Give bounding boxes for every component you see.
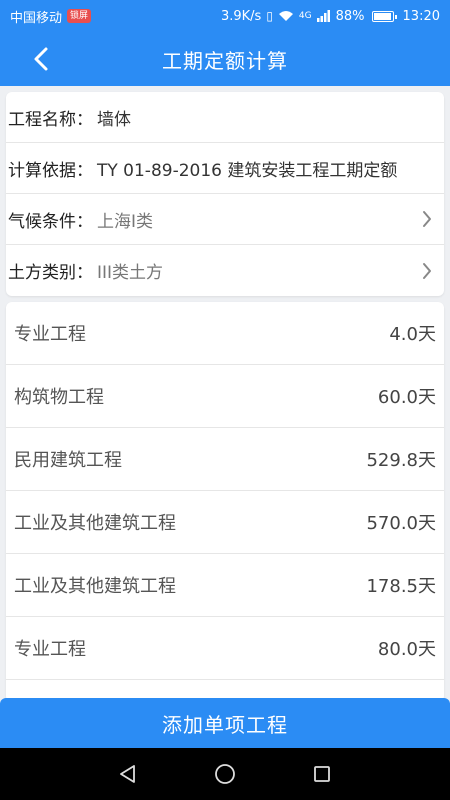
climate-condition-row[interactable]: 气候条件： 上海I类 [6,194,444,245]
back-arrow-icon [34,47,48,71]
list-item-days: 529.8天 [366,450,436,471]
system-nav-bar [0,748,450,800]
list-item[interactable]: 构筑物工程 60.0天 [6,365,444,428]
nav-back-button[interactable] [108,754,148,794]
nav-home-button[interactable] [205,754,245,794]
list-item-name: 民用建筑工程 [14,450,122,471]
chevron-right-icon [423,211,431,227]
project-name-label: 工程名称： [8,109,93,130]
title-bar: 工期定额计算 [0,32,450,86]
add-single-project-button[interactable]: 添加单项工程 [0,698,450,748]
calc-basis-value: TY 01-89-2016 建筑安装工程工期定额 [97,160,398,181]
carrier-name: 中国移动 [10,10,63,26]
network-speed: 3.9K/s [220,8,262,24]
battery-icon [371,10,397,22]
status-left: 中国移动 锁屏 [10,7,92,26]
list-item-days: 178.5天 [366,576,436,597]
climate-condition-value: 上海I类 [97,211,154,232]
list-item-days: 60.0天 [377,387,436,408]
list-item-days: 570.0天 [366,513,436,534]
chevron-right-icon [423,262,431,279]
list-item-name: 专业工程 [14,639,86,660]
list-item[interactable]: 专业工程 4.0天 [6,302,444,365]
clock: 13:20 [402,8,440,24]
project-name-row: 工程名称： 墙体 [6,92,444,143]
battery-percent: 88% [335,8,365,24]
list-item[interactable]: 民用建筑工程 529.8天 [6,428,444,491]
calc-basis-label: 计算依据： [8,160,93,181]
triangle-back-icon [120,765,136,783]
list-item-days: 4.0天 [389,324,436,345]
calc-basis-row: 计算依据： TY 01-89-2016 建筑安装工程工期定额 [6,143,444,194]
status-bar: 中国移动 锁屏 3.9K/s ▯ 4G 88% 13:20 [0,0,450,32]
soil-category-label: 土方类别： [8,263,93,283]
page-title: 工期定额计算 [162,48,288,73]
soil-category-row[interactable]: 土方类别： III类土方 [6,245,444,296]
carrier-badge: 锁屏 [67,9,92,23]
project-info-card: 工程名称： 墙体 计算依据： TY 01-89-2016 建筑安装工程工期定额 … [6,92,444,296]
square-recents-icon [313,766,330,782]
status-right: 3.9K/s ▯ 4G 88% 13:20 [221,9,440,24]
back-button[interactable] [24,42,58,76]
list-item-name: 专业工程 [14,324,86,345]
list-item[interactable]: 工业及其他建筑工程 570.0天 [6,491,444,554]
list-item[interactable]: 专业工程 80.0天 [6,617,444,680]
list-item[interactable]: 工业及其他建筑工程 178.5天 [6,554,444,617]
signal-label: 4G [298,11,312,21]
work-item-list: 专业工程 4.0天 构筑物工程 60.0天 民用建筑工程 529.8天 工业及其… [6,302,444,702]
soil-category-value: III类土方 [97,263,164,283]
nav-recents-button[interactable] [302,754,342,794]
list-item-name: 构筑物工程 [14,387,104,408]
circle-home-icon [215,764,235,784]
list-item-days: 80.0天 [377,639,436,660]
list-item-name: 工业及其他建筑工程 [14,513,176,534]
climate-condition-label: 气候条件： [8,211,93,232]
wifi-icon [278,11,293,21]
vibrate-icon: ▯ [266,9,273,23]
signal-icon [316,10,330,22]
project-name-value: 墙体 [97,109,131,130]
list-item-name: 工业及其他建筑工程 [14,576,176,597]
